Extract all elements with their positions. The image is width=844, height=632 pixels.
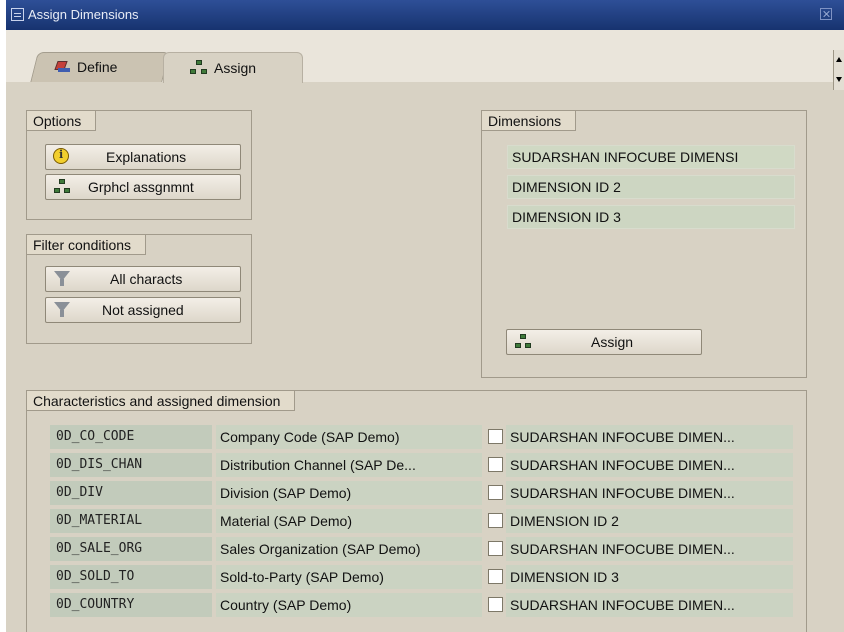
tab-assign[interactable]: Assign bbox=[163, 52, 303, 83]
dimension-item[interactable]: SUDARSHAN INFOCUBE DIMENSI bbox=[507, 145, 795, 169]
info-bulb-icon bbox=[53, 148, 69, 164]
characteristic-code: 0D_SOLD_TO bbox=[50, 565, 212, 589]
assigned-dimension[interactable]: SUDARSHAN INFOCUBE DIMEN... bbox=[506, 453, 793, 477]
scroll-up-button[interactable] bbox=[833, 50, 844, 70]
all-characts-label: All characts bbox=[110, 271, 183, 287]
not-assigned-button[interactable]: Not assigned bbox=[45, 297, 241, 323]
arrow-up-icon bbox=[836, 57, 842, 62]
characteristic-text: Distribution Channel (SAP De... bbox=[216, 453, 482, 477]
dimension-item[interactable]: DIMENSION ID 3 bbox=[507, 205, 795, 229]
scroll-down-button[interactable] bbox=[833, 70, 844, 90]
assign-dimensions-window: Assign Dimensions Define Assign Options … bbox=[6, 0, 844, 632]
characteristic-text: Material (SAP Demo) bbox=[216, 509, 482, 533]
arrow-down-icon bbox=[836, 77, 842, 82]
define-icon bbox=[55, 61, 71, 73]
assigned-dimension[interactable]: DIMENSION ID 3 bbox=[506, 565, 793, 589]
hierarchy-icon bbox=[54, 179, 70, 195]
dimensions-caption: Dimensions bbox=[482, 111, 577, 131]
characteristic-code: 0D_MATERIAL bbox=[50, 509, 212, 533]
dimension-item[interactable]: DIMENSION ID 2 bbox=[507, 175, 795, 199]
characteristics-caption: Characteristics and assigned dimension bbox=[27, 391, 296, 411]
assign-button[interactable]: Assign bbox=[506, 329, 702, 355]
tab-define-label: Define bbox=[77, 59, 118, 75]
row-checkbox[interactable] bbox=[488, 457, 503, 472]
explanations-label: Explanations bbox=[106, 149, 187, 165]
filter-caption: Filter conditions bbox=[27, 235, 147, 255]
close-icon[interactable] bbox=[820, 8, 832, 20]
filter-icon bbox=[54, 302, 70, 317]
graphical-assignment-button[interactable]: Grphcl assgnmnt bbox=[45, 174, 241, 200]
graphical-assignment-label: Grphcl assgnmnt bbox=[88, 179, 194, 195]
characteristic-code: 0D_CO_CODE bbox=[50, 425, 212, 449]
assigned-dimension[interactable]: DIMENSION ID 2 bbox=[506, 509, 793, 533]
options-caption: Options bbox=[27, 111, 97, 131]
title-bar: Assign Dimensions bbox=[6, 0, 844, 30]
assign-icon bbox=[515, 334, 531, 350]
characteristic-text: Division (SAP Demo) bbox=[216, 481, 482, 505]
row-checkbox[interactable] bbox=[488, 541, 503, 556]
assigned-dimension[interactable]: SUDARSHAN INFOCUBE DIMEN... bbox=[506, 593, 793, 617]
explanations-button[interactable]: Explanations bbox=[45, 144, 241, 170]
window-title: Assign Dimensions bbox=[28, 7, 139, 22]
row-checkbox[interactable] bbox=[488, 513, 503, 528]
characteristic-text: Sales Organization (SAP Demo) bbox=[216, 537, 482, 561]
assigned-dimension[interactable]: SUDARSHAN INFOCUBE DIMEN... bbox=[506, 537, 793, 561]
characteristic-code: 0D_COUNTRY bbox=[50, 593, 212, 617]
tab-strip: Define Assign bbox=[6, 30, 844, 83]
assigned-dimension[interactable]: SUDARSHAN INFOCUBE DIMEN... bbox=[506, 425, 793, 449]
row-checkbox[interactable] bbox=[488, 597, 503, 612]
characteristic-code: 0D_SALE_ORG bbox=[50, 537, 212, 561]
all-characts-button[interactable]: All characts bbox=[45, 266, 241, 292]
row-checkbox[interactable] bbox=[488, 429, 503, 444]
characteristic-code: 0D_DIV bbox=[50, 481, 212, 505]
not-assigned-label: Not assigned bbox=[102, 302, 184, 318]
characteristic-text: Company Code (SAP Demo) bbox=[216, 425, 482, 449]
options-panel: Options Explanations Grphcl assgnmnt bbox=[26, 110, 252, 220]
row-checkbox[interactable] bbox=[488, 485, 503, 500]
characteristic-code: 0D_DIS_CHAN bbox=[50, 453, 212, 477]
tab-define[interactable]: Define bbox=[30, 52, 170, 82]
tab-assign-label: Assign bbox=[214, 60, 257, 76]
characteristic-text: Sold-to-Party (SAP Demo) bbox=[216, 565, 482, 589]
window-menu-icon[interactable] bbox=[11, 8, 24, 21]
assigned-dimension[interactable]: SUDARSHAN INFOCUBE DIMEN... bbox=[506, 481, 793, 505]
assign-icon bbox=[190, 60, 208, 75]
row-checkbox[interactable] bbox=[488, 569, 503, 584]
filter-icon bbox=[54, 271, 70, 286]
filter-conditions-panel: Filter conditions All characts Not assig… bbox=[26, 234, 252, 344]
characteristic-text: Country (SAP Demo) bbox=[216, 593, 482, 617]
assign-button-label: Assign bbox=[591, 334, 634, 350]
